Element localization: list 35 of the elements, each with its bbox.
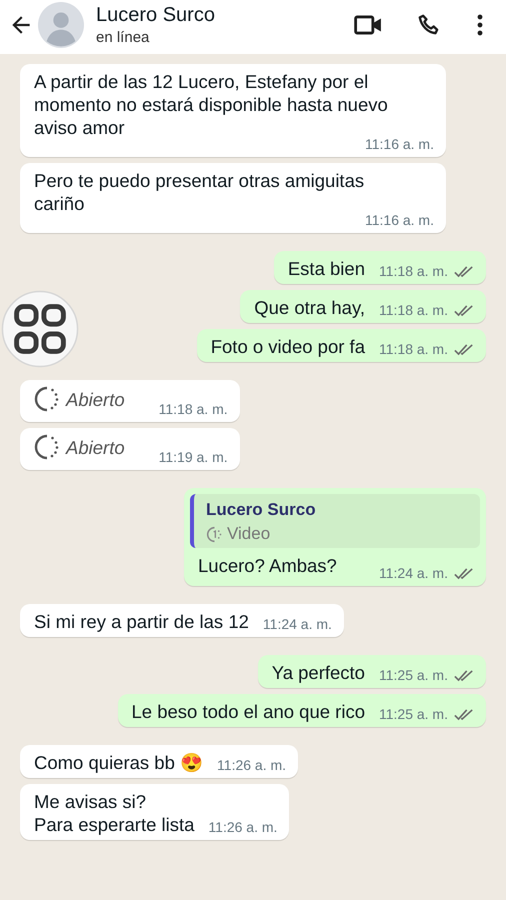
message-text: Le beso todo el ano que rico (132, 700, 365, 723)
message-text: Como quieras bb 😍 (34, 751, 204, 774)
message-time: 11:26 a. m. (217, 756, 286, 774)
quoted-message[interactable]: Lucero Surco Video (190, 494, 480, 548)
video-call-icon[interactable] (354, 14, 382, 36)
message-text: Pero te puedo presentar otras amiguitas cariño (34, 169, 366, 215)
message-time: 11:24 a. m. (262, 615, 332, 633)
quote-text: Video (227, 524, 270, 544)
message-time: 11:26 a. m. (208, 818, 278, 836)
view-once-icon (34, 434, 60, 460)
message-text: Esta bien (288, 257, 365, 280)
message-text: Ya perfecto (272, 661, 365, 684)
contact-status: en línea (96, 29, 150, 46)
menu-icon[interactable] (476, 13, 484, 37)
message-time: 11:18 a. m. (378, 340, 448, 358)
message-text: Si mi rey a partir de las 12 (34, 610, 249, 633)
message-time: 11:16 a. m. (364, 211, 434, 229)
message-time: 11:25 a. m. (378, 705, 448, 723)
message-text: Me avisas si? Para esperarte lista (34, 790, 194, 836)
quote-author: Lucero Surco (206, 500, 317, 520)
view-once-icon (206, 526, 223, 542)
grid-button-icon[interactable] (1, 290, 79, 368)
message-text: Foto o video por fa (210, 335, 365, 358)
message-time: 11:24 a. m. (378, 564, 448, 582)
message-time: 11:25 a. m. (378, 666, 448, 684)
message-time: 11:18 a. m. (378, 262, 448, 280)
contact-name: Lucero Surco (96, 4, 216, 27)
message-text: Que otra hay, (254, 296, 365, 319)
view-once-label: Abierto (66, 389, 125, 410)
message-text: Lucero? Ambas? (198, 555, 337, 576)
message-time: 11:18 a. m. (158, 400, 228, 418)
message-time: 11:19 a. m. (158, 448, 228, 466)
message-time: 11:18 a. m. (378, 301, 448, 319)
view-once-label: Abierto (66, 437, 125, 458)
view-once-icon (34, 386, 60, 412)
